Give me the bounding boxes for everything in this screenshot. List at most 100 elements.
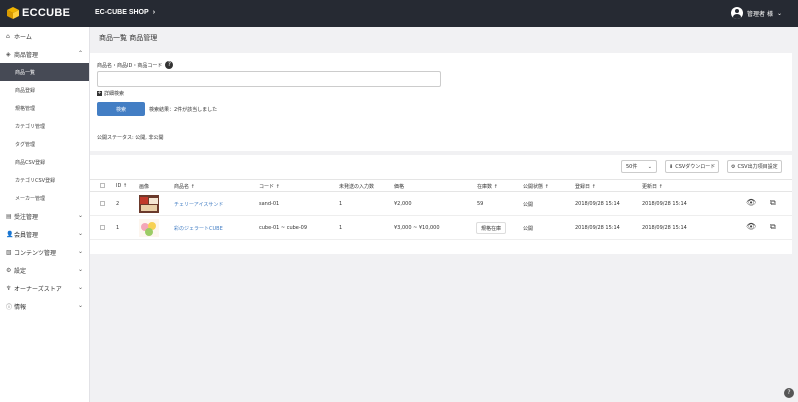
column-header-code[interactable]: コード ↑ (259, 183, 280, 190)
column-header-stock[interactable]: 在庫数 ↑ (477, 183, 498, 190)
download-icon: ⬇ (669, 163, 674, 170)
product-thumbnail-image[interactable] (139, 195, 159, 213)
sidebar-subitem-category[interactable]: カテゴリ管理 (0, 117, 89, 135)
row-stock: 59 (477, 201, 484, 207)
sidebar-subitem-product-csv[interactable]: 商品CSV登録 (0, 153, 89, 171)
row-code: cube-01 ~ cube-09 (259, 225, 308, 231)
sidebar-subitem-maker[interactable]: メーカー管理 (0, 189, 89, 207)
product-name-link[interactable]: チェリーアイスサンド (174, 201, 223, 208)
gear-icon: ⚙ (6, 266, 12, 274)
row-created: 2018/09/28 15:14 (575, 201, 620, 207)
sidebar-subitem-tag[interactable]: タグ管理 (0, 135, 89, 153)
column-header-created[interactable]: 登録日 ↑ (575, 183, 596, 190)
eye-icon[interactable]: 👁 (746, 222, 756, 231)
table-header: ID ↑ 画像 商品名 ↑ コード ↑ 未発送の入力数 価格 在庫数 ↑ 公開状… (90, 179, 792, 192)
sidebar: ⌂ ホーム ◈ 商品管理 ⌃ 商品一覧 商品登録 規格管理 カテゴリ管理 タグ管… (0, 27, 90, 402)
product-list-panel: 50件 ⌄ ⬇ CSVダウンロード ⚙ CSV出力項目設定 ID ↑ 画像 商品… (90, 155, 792, 254)
advanced-search-toggle[interactable]: + 詳細検索 (97, 90, 124, 97)
sidebar-item-home[interactable]: ⌂ ホーム (0, 27, 89, 45)
chevron-down-icon: ⌄ (77, 284, 83, 291)
row-status: 公開 (523, 226, 534, 232)
search-button[interactable]: 検索 (97, 102, 145, 116)
cube-logo-icon (7, 7, 19, 19)
sidebar-subitem-product-list[interactable]: 商品一覧 (0, 63, 89, 81)
csv-download-button[interactable]: ⬇ CSVダウンロード (665, 160, 720, 173)
row-price: ¥3,000 ~ ¥10,000 (394, 225, 440, 231)
column-header-status[interactable]: 公開状態 ↑ (523, 183, 549, 190)
user-icon: 👤 (6, 230, 14, 238)
search-panel: 商品名・商品ID・商品コード ? + 詳細検索 検索 検索結果：2件が該当しまし… (90, 53, 792, 151)
row-price: ¥2,000 (394, 201, 412, 207)
column-header-updated[interactable]: 更新日 ↑ (642, 183, 663, 190)
logo[interactable]: ECCUBE (7, 7, 70, 19)
per-page-select[interactable]: 50件 ⌄ (621, 160, 657, 173)
home-icon: ⌂ (6, 32, 10, 40)
chevron-down-icon: ⌄ (77, 266, 83, 273)
row-created: 2018/09/28 15:14 (575, 225, 620, 231)
plus-icon: + (97, 90, 102, 96)
sidebar-item-contents[interactable]: ▧ コンテンツ管理 ⌄ (0, 243, 89, 261)
chevron-down-icon: ⌄ (77, 248, 83, 255)
sidebar-item-owners-store[interactable]: ♆ オーナーズストア ⌄ (0, 279, 89, 297)
advanced-search-label: 詳細検索 (104, 91, 125, 97)
sidebar-subitem-category-csv[interactable]: カテゴリCSV登録 (0, 171, 89, 189)
search-result-count: 検索結果：2件が該当しました (149, 107, 218, 113)
contents-icon: ▧ (6, 248, 12, 256)
product-name-link[interactable]: 彩のジェラートCUBE (174, 225, 223, 232)
sidebar-item-label: 受注管理 (14, 213, 39, 221)
search-input[interactable] (97, 71, 441, 87)
row-code: sand-01 (259, 201, 280, 207)
row-status: 公開 (523, 202, 534, 208)
shop-name: EC-CUBE SHOP (95, 9, 149, 16)
copy-icon[interactable]: ⧉ (770, 198, 776, 208)
row-checkbox[interactable] (100, 201, 105, 206)
csv-download-label: CSVダウンロード (675, 164, 716, 170)
shop-link[interactable]: EC-CUBE SHOP › (95, 9, 155, 16)
sidebar-item-label: 商品管理 (14, 51, 39, 59)
active-filter-text: 公開ステータス: 公開, 非公開 (97, 135, 164, 141)
chevron-down-icon: ⌄ (647, 164, 652, 170)
row-updated: 2018/09/28 15:14 (642, 225, 687, 231)
help-fab-icon[interactable]: ? (784, 388, 794, 398)
row-id: 1 (116, 225, 120, 231)
row-checkbox[interactable] (100, 225, 105, 230)
chevron-down-icon: ⌄ (776, 9, 782, 17)
sidebar-item-customers[interactable]: 👤 会員管理 ⌄ (0, 225, 89, 243)
user-avatar-icon (731, 7, 744, 19)
gear-icon: ⚙ (731, 163, 736, 170)
order-icon: ▤ (6, 212, 12, 220)
chevron-right-icon: › (152, 9, 156, 16)
column-header-id[interactable]: ID ↑ (116, 183, 127, 189)
store-icon: ♆ (6, 284, 12, 292)
sidebar-item-products[interactable]: ◈ 商品管理 ⌃ (0, 45, 89, 63)
search-label: 商品名・商品ID・商品コード (97, 62, 163, 69)
csv-settings-label: CSV出力項目設定 (737, 164, 778, 170)
sidebar-item-label: 会員管理 (14, 231, 39, 239)
row-pending: 1 (339, 201, 343, 207)
chevron-up-icon: ⌃ (77, 50, 83, 57)
help-icon[interactable]: ? (165, 61, 174, 69)
class-stock-button[interactable]: 規格在庫 (476, 222, 507, 234)
sidebar-subitem-class[interactable]: 規格管理 (0, 99, 89, 117)
column-header-name[interactable]: 商品名 ↑ (174, 183, 195, 190)
column-header-price: 価格 (394, 184, 405, 190)
sidebar-item-info[interactable]: ⓘ 情報 ⌄ (0, 297, 89, 315)
info-icon: ⓘ (6, 303, 13, 311)
sidebar-subitem-product-register[interactable]: 商品登録 (0, 81, 89, 99)
chevron-down-icon: ⌄ (77, 302, 83, 309)
sidebar-item-orders[interactable]: ▤ 受注管理 ⌄ (0, 207, 89, 225)
product-thumbnail-image[interactable] (139, 219, 159, 237)
copy-icon[interactable]: ⧉ (770, 222, 776, 232)
sidebar-item-settings[interactable]: ⚙ 設定 ⌄ (0, 261, 89, 279)
csv-settings-button[interactable]: ⚙ CSV出力項目設定 (727, 160, 782, 173)
sidebar-item-label: ホーム (14, 33, 32, 41)
sidebar-item-label: オーナーズストア (14, 285, 62, 293)
select-all-checkbox[interactable] (100, 183, 105, 188)
chevron-down-icon: ⌄ (77, 230, 83, 237)
user-menu[interactable]: 管理者 様 ⌄ (731, 7, 782, 19)
chevron-down-icon: ⌄ (77, 212, 83, 219)
eye-icon[interactable]: 👁 (746, 198, 756, 207)
column-header-image: 画像 (139, 184, 150, 190)
logo-text: ECCUBE (22, 7, 71, 19)
row-updated: 2018/09/28 15:14 (642, 201, 687, 207)
